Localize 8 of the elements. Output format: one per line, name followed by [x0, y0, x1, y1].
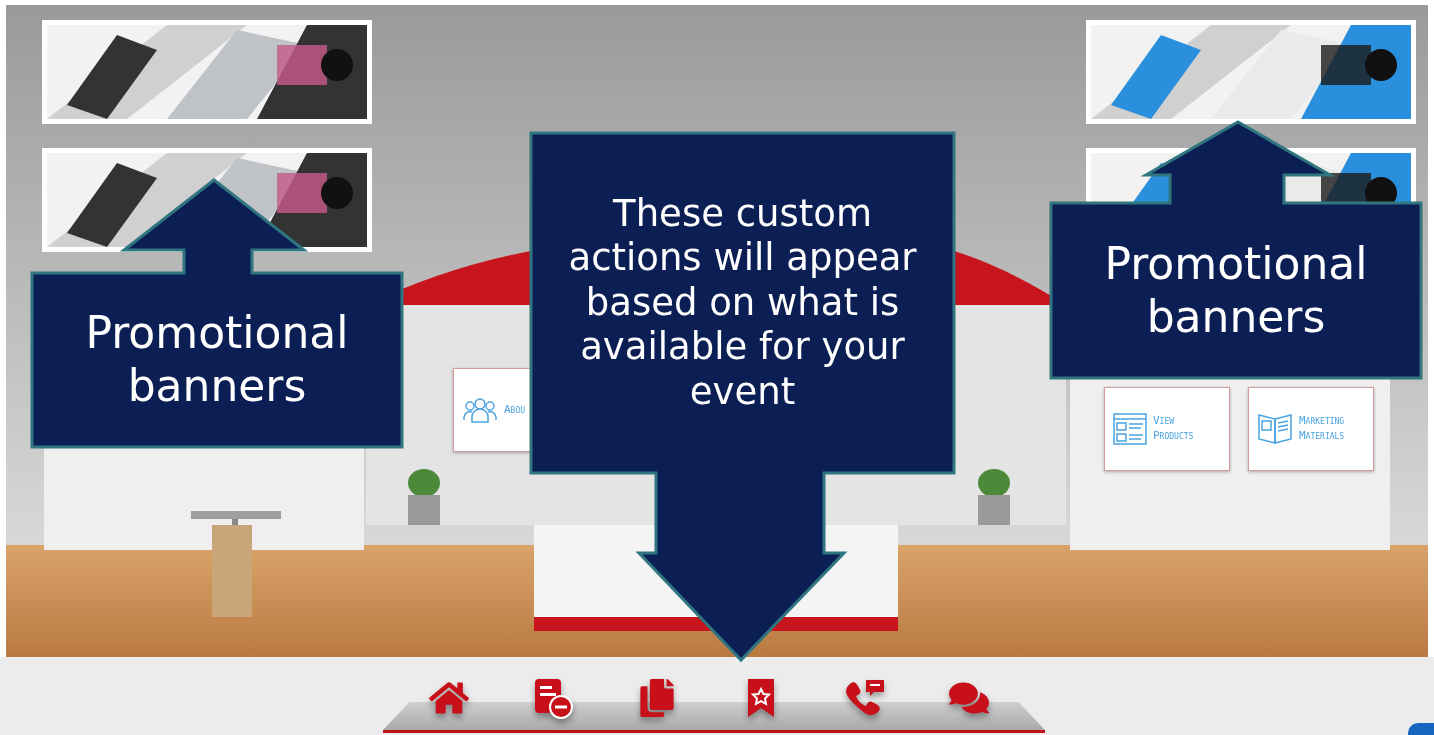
panel-label: Marketing Materials [1299, 414, 1345, 444]
callout-text: These custom actions will appear based on what is available for your event [567, 192, 918, 414]
panel-label: View Products [1153, 414, 1194, 444]
panel-label: Abou [504, 402, 526, 418]
callout-text: Promotional banners [84, 307, 350, 413]
booth-panel[interactable]: Marketing Materials [1248, 387, 1374, 471]
booth-panel[interactable]: View Products [1104, 387, 1230, 471]
callout-text: Promotional banners [1103, 237, 1369, 344]
